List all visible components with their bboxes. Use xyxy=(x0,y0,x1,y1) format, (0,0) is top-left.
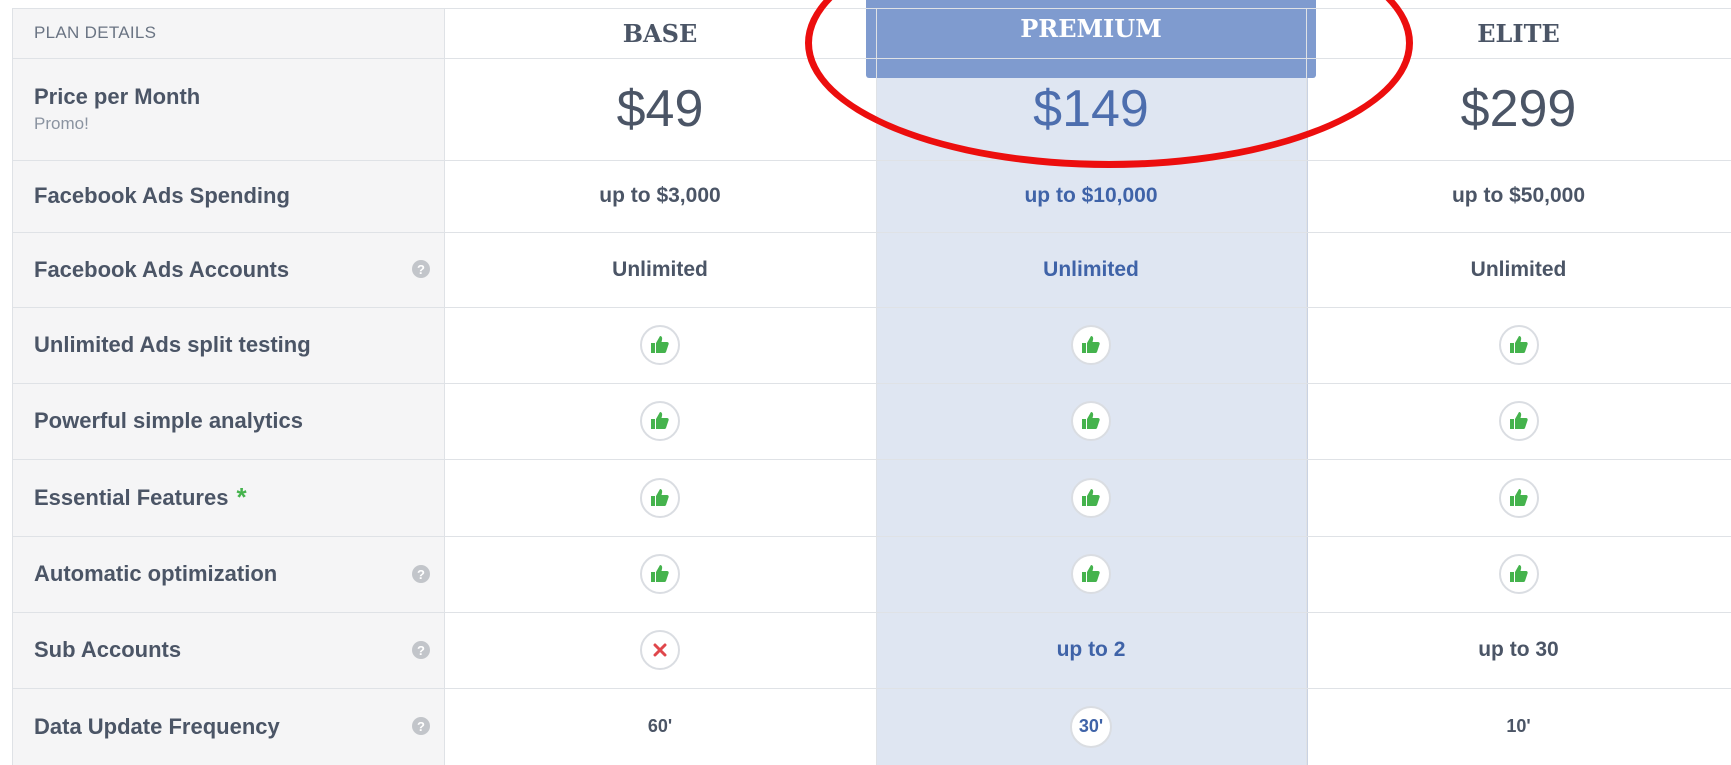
value-base-data-update-frequency: 60' xyxy=(647,716,673,736)
value-base-split-testing xyxy=(444,307,876,383)
help-icon[interactable]: ? xyxy=(412,260,430,278)
thumbs-up-icon xyxy=(1498,477,1539,518)
row-label-automatic-optimization: Automatic optimization xyxy=(34,561,278,586)
thumbs-up-icon xyxy=(1498,401,1539,441)
row-label-facebook-ads-spending: Facebook Ads Spending xyxy=(34,183,290,208)
pricing-table: PLAN DETAILS BASE PREMIUM ELITE Price pe… xyxy=(12,0,1731,765)
essential-features-label: Essential Features xyxy=(34,484,229,510)
value-elite-essential-features xyxy=(1306,459,1731,536)
thumbs-up-icon xyxy=(1071,554,1111,594)
plan-details-label: PLAN DETAILS xyxy=(34,23,157,42)
asterisk-footnote-marker: * xyxy=(236,482,247,512)
row-label-split-testing: Unlimited Ads split testing xyxy=(34,332,311,357)
value-elite-simple-analytics xyxy=(1306,383,1731,459)
value-base-facebook-ads-spending: up to $3,000 xyxy=(599,184,721,207)
help-icon[interactable]: ? xyxy=(412,717,430,735)
value-premium-split-testing xyxy=(876,307,1306,383)
value-base-facebook-ads-accounts: Unlimited xyxy=(612,257,708,281)
value-premium-data-update-frequency: 30' xyxy=(1070,705,1112,748)
value-premium-facebook-ads-spending: up to $10,000 xyxy=(1024,184,1158,207)
thumbs-up-icon xyxy=(1498,325,1539,365)
cross-icon xyxy=(640,630,680,670)
plan-name-elite: ELITE xyxy=(1477,18,1560,48)
row-label-simple-analytics: Powerful simple analytics xyxy=(34,408,303,433)
thumbs-up-icon xyxy=(640,477,680,518)
value-base-automatic-optimization xyxy=(444,536,876,612)
price-row-label: Price per Month xyxy=(34,84,201,109)
value-premium-facebook-ads-accounts: Unlimited xyxy=(1043,257,1139,281)
help-icon[interactable]: ? xyxy=(412,641,430,659)
thumbs-up-icon xyxy=(1071,477,1111,518)
row-label-facebook-ads-accounts: Facebook Ads Accounts xyxy=(34,256,290,282)
price-base: $49 xyxy=(616,80,704,138)
value-base-simple-analytics xyxy=(444,383,876,459)
value-elite-facebook-ads-spending: up to $50,000 xyxy=(1451,184,1586,207)
row-label-data-update-frequency: Data Update Frequency xyxy=(34,713,280,739)
value-base-sub-accounts xyxy=(444,612,876,688)
thumbs-up-icon xyxy=(1071,401,1111,441)
thumbs-up-icon xyxy=(1498,554,1539,594)
price-row-sublabel: Promo! xyxy=(34,114,89,133)
price-premium: $149 xyxy=(1033,80,1149,138)
value-base-essential-features xyxy=(444,459,876,536)
value-elite-facebook-ads-accounts: Unlimited xyxy=(1470,257,1567,281)
value-elite-data-update-frequency: 10' xyxy=(1506,716,1531,736)
value-premium-essential-features xyxy=(876,459,1306,536)
row-label-essential-features: Essential Features * xyxy=(34,459,247,536)
price-elite: $299 xyxy=(1460,80,1577,138)
value-elite-split-testing xyxy=(1306,307,1731,383)
value-elite-automatic-optimization xyxy=(1306,536,1731,612)
value-elite-sub-accounts: up to 30 xyxy=(1478,638,1559,661)
value-premium-automatic-optimization xyxy=(876,536,1306,612)
value-premium-data-update-frequency-cell: 30' xyxy=(876,688,1306,765)
thumbs-up-icon xyxy=(640,325,680,365)
price-row-label-group: Price per Month Promo! xyxy=(34,58,200,160)
value-premium-simple-analytics xyxy=(876,383,1306,459)
plan-name-premium: PREMIUM xyxy=(1020,13,1162,43)
thumbs-up-icon xyxy=(640,401,680,441)
help-icon[interactable]: ? xyxy=(412,565,430,583)
value-premium-sub-accounts: up to 2 xyxy=(1056,638,1126,661)
thumbs-up-icon xyxy=(1071,325,1111,365)
thumbs-up-icon xyxy=(640,554,680,594)
row-label-sub-accounts: Sub Accounts xyxy=(34,637,182,662)
plan-name-base: BASE xyxy=(622,18,698,48)
